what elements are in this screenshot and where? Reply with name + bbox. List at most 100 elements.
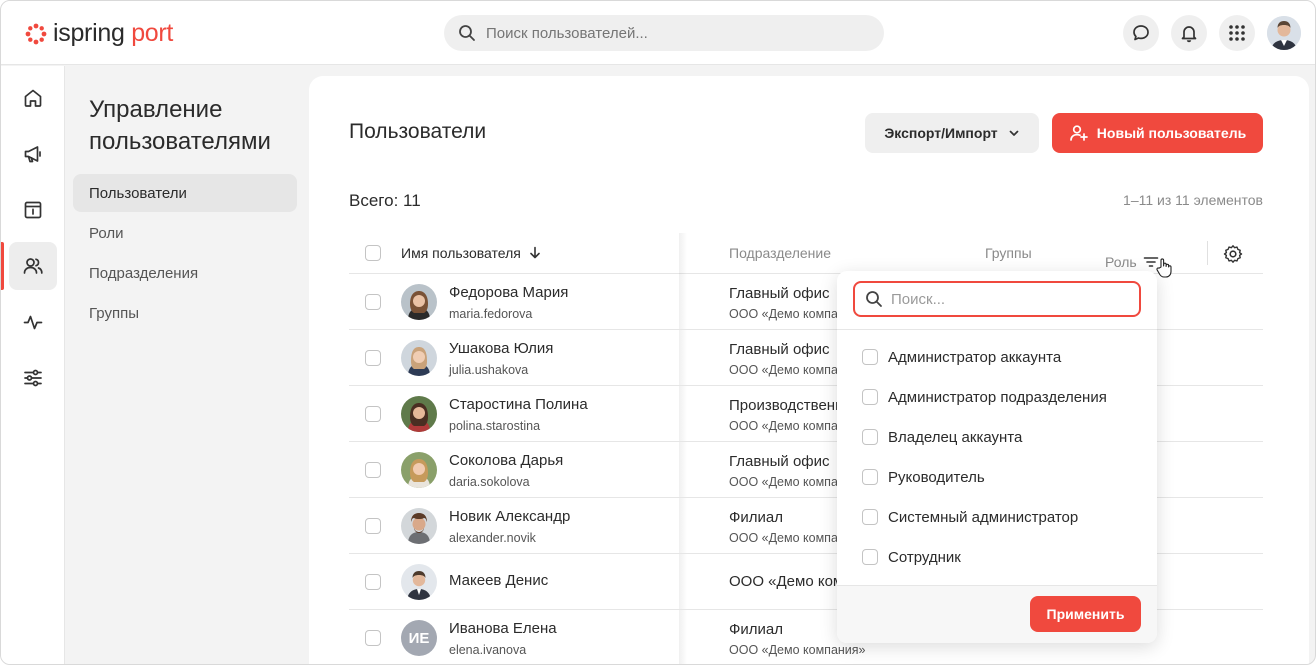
apply-filter-button[interactable]: Применить — [1030, 596, 1141, 632]
avatar-photo-icon — [401, 508, 437, 544]
dropdown-divider — [837, 329, 1157, 330]
row-checkbox[interactable] — [365, 518, 381, 534]
avatar-photo-icon — [401, 396, 437, 432]
role-option-checkbox[interactable] — [862, 469, 878, 485]
export-import-button[interactable]: Экспорт/Импорт — [865, 113, 1039, 153]
user-name[interactable]: Соколова Дарья — [449, 452, 563, 469]
role-option-checkbox[interactable] — [862, 429, 878, 445]
section-nav: Управление пользователями Пользователи Р… — [66, 66, 309, 664]
rail-users[interactable] — [9, 242, 57, 290]
select-all-checkbox[interactable] — [365, 245, 381, 261]
user-name[interactable]: Федорова Мария — [449, 284, 568, 301]
user-avatar — [401, 284, 437, 320]
role-filter-dropdown: Администратор аккаунта Администратор под… — [837, 271, 1157, 643]
bell-icon — [1181, 26, 1197, 43]
avatar-photo-icon — [401, 340, 437, 376]
new-user-button[interactable]: Новый пользователь — [1052, 113, 1263, 153]
rail-active-marker — [1, 242, 4, 290]
rail-home[interactable] — [9, 74, 57, 122]
home-icon — [24, 89, 42, 107]
nav-item-groups[interactable]: Группы — [73, 294, 297, 332]
user-department: Филиал — [729, 621, 784, 638]
apps-button[interactable] — [1219, 15, 1255, 51]
catalog-icon — [24, 201, 42, 219]
avatar-photo-icon — [401, 284, 437, 320]
role-option-checkbox[interactable] — [862, 549, 878, 565]
role-option-label: Администратор аккаунта — [888, 348, 1062, 366]
user-avatar — [401, 396, 437, 432]
chat-button[interactable] — [1123, 15, 1159, 51]
avatar-photo-icon — [401, 564, 437, 600]
user-login: elena.ivanova — [449, 643, 527, 657]
user-search-bar[interactable] — [444, 15, 884, 51]
user-department: Главный офис — [729, 285, 830, 302]
table-header: Имя пользователя Подразделение Группы Ро… — [349, 233, 1263, 278]
role-search-field[interactable] — [853, 281, 1141, 317]
new-user-label: Новый пользователь — [1096, 125, 1247, 141]
user-company: ООО «Демо компания» — [729, 643, 866, 657]
logo-text: ispring — [53, 19, 125, 47]
user-name[interactable]: Макеев Денис — [449, 572, 548, 589]
role-option[interactable]: Системный администратор — [862, 505, 1078, 529]
nav-item-departments[interactable]: Подразделения — [73, 254, 297, 292]
columns-settings-gear-icon[interactable] — [1223, 244, 1243, 264]
user-name[interactable]: Новик Александр — [449, 508, 570, 525]
row-checkbox[interactable] — [365, 406, 381, 422]
row-checkbox[interactable] — [365, 462, 381, 478]
role-option-label: Руководитель — [888, 468, 985, 486]
app-window: ispring port Поиск пользователей... Упра… — [0, 0, 1316, 665]
logo-text-accent: port — [131, 19, 174, 47]
pagination-info: 1–11 из 11 элементов — [1123, 192, 1263, 208]
user-search-input[interactable] — [486, 24, 866, 42]
column-header-groups[interactable]: Группы — [985, 245, 1032, 261]
user-login: maria.fedorova — [449, 307, 533, 321]
top-bar: ispring port — [1, 1, 1315, 65]
role-option[interactable]: Руководитель — [862, 465, 985, 489]
user-avatar — [401, 452, 437, 488]
notifications-button[interactable] — [1171, 15, 1207, 51]
rail-activity[interactable] — [9, 298, 57, 346]
nav-item-users[interactable]: Пользователи — [73, 174, 297, 212]
user-avatar — [401, 564, 437, 600]
logo[interactable]: ispring port — [25, 19, 173, 48]
role-option[interactable]: Администратор подразделения — [862, 385, 1107, 409]
user-login: polina.starostina — [449, 419, 541, 433]
role-option-checkbox[interactable] — [862, 389, 878, 405]
role-option-checkbox[interactable] — [862, 509, 878, 525]
row-checkbox[interactable] — [365, 630, 381, 646]
user-avatar — [401, 508, 437, 544]
row-checkbox[interactable] — [365, 574, 381, 590]
megaphone-icon — [24, 146, 41, 163]
nav-item-roles[interactable]: Роли — [73, 214, 297, 252]
users-icon — [23, 258, 43, 274]
role-option[interactable]: Сотрудник — [862, 545, 961, 569]
rail-settings[interactable] — [9, 354, 57, 402]
search-icon — [866, 291, 882, 307]
logo-asterisk-icon — [25, 23, 47, 44]
rail-announcements[interactable] — [9, 130, 57, 178]
sort-down-arrow-icon[interactable] — [529, 246, 541, 260]
add-user-icon — [1069, 125, 1088, 141]
left-rail — [1, 66, 65, 664]
page-title: Пользователи — [349, 120, 487, 143]
row-checkbox[interactable] — [365, 294, 381, 310]
column-header-name[interactable]: Имя пользователя — [401, 245, 541, 261]
section-title: Управление пользователями — [89, 96, 271, 155]
column-header-department[interactable]: Подразделение — [729, 245, 831, 261]
settings-sliders-icon — [24, 369, 42, 387]
user-name[interactable]: Иванова Елена — [449, 620, 557, 637]
role-search-input[interactable] — [891, 290, 1131, 308]
user-department: Филиал — [729, 509, 784, 526]
user-name[interactable]: Старостина Полина — [449, 396, 588, 413]
row-checkbox[interactable] — [365, 350, 381, 366]
role-option-label: Сотрудник — [888, 548, 961, 566]
profile-avatar[interactable] — [1267, 16, 1301, 50]
column-role-label: Роль — [1105, 254, 1137, 270]
search-icon — [459, 25, 475, 41]
rail-catalog[interactable] — [9, 186, 57, 234]
user-name[interactable]: Ушакова Юлия — [449, 340, 553, 357]
chat-icon — [1133, 25, 1149, 41]
role-option-checkbox[interactable] — [862, 349, 878, 365]
role-option[interactable]: Владелец аккаунта — [862, 425, 1022, 449]
role-option[interactable]: Администратор аккаунта — [862, 345, 1061, 369]
